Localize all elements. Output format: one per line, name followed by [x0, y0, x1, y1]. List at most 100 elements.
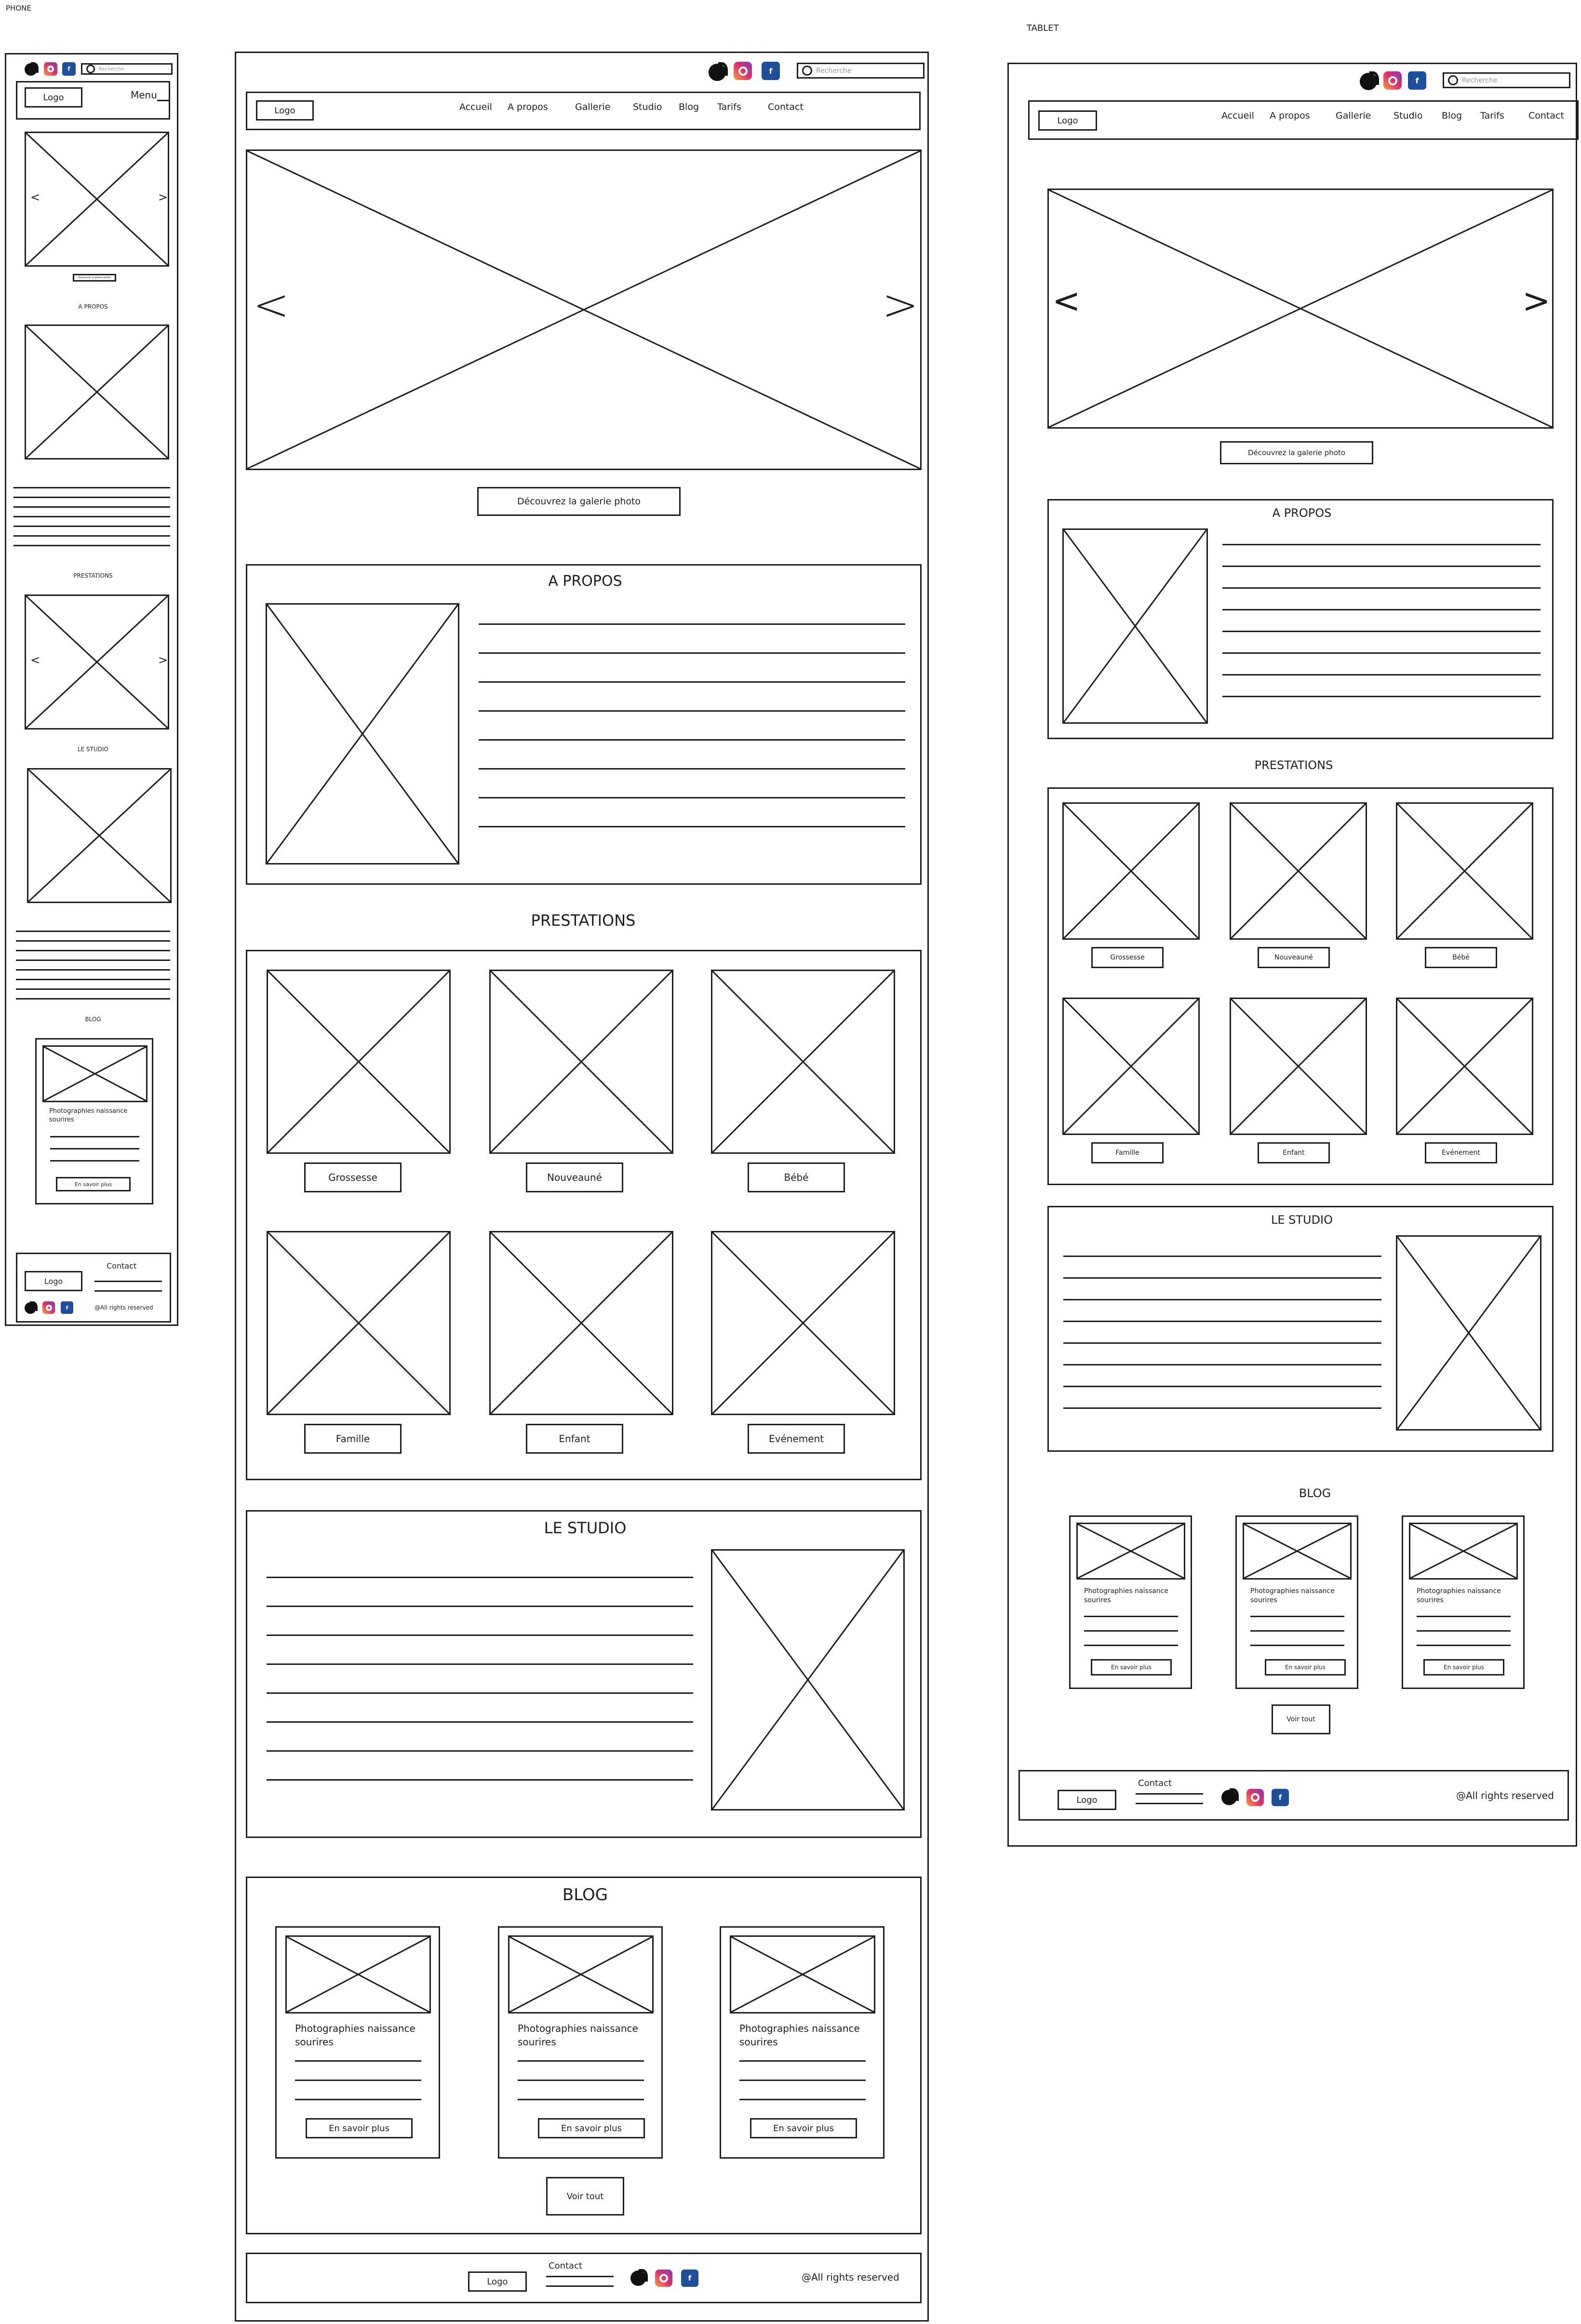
blog-card-button[interactable]: En savoir plus — [1091, 1659, 1172, 1675]
service-famille-button[interactable]: Famille — [1091, 1142, 1164, 1163]
chevron-left-icon[interactable]: < — [1052, 281, 1081, 321]
nav-accueil[interactable]: Accueil — [459, 102, 492, 112]
footer-contact[interactable]: Contact — [107, 1261, 136, 1270]
service-grossesse-button[interactable]: Grossesse — [1091, 947, 1164, 968]
facebook-icon[interactable]: f — [62, 62, 76, 76]
studio-section: LE STUDIO — [246, 1510, 922, 1838]
chevron-right-icon[interactable]: > — [158, 190, 168, 204]
service-bebe-button[interactable]: Bébé — [748, 1162, 845, 1192]
nav-studio[interactable]: Studio — [633, 102, 662, 112]
tiktok-icon[interactable] — [1221, 1788, 1239, 1805]
footer-contact[interactable]: Contact — [1138, 1778, 1172, 1788]
blog-card: Photographies naissance sourires En savo… — [498, 1926, 663, 2159]
service-enfant-button[interactable]: Enfant — [1258, 1142, 1330, 1163]
chevron-right-icon[interactable]: > — [882, 280, 918, 330]
blog-section: BLOG Photographies naissance sourires En… — [246, 1877, 922, 2234]
gallery-button[interactable]: Découvrez la galerie photo — [477, 487, 681, 516]
nav-a-propos[interactable]: A propos — [508, 102, 548, 112]
nav-blog[interactable]: Blog — [1442, 110, 1462, 121]
nav-gallerie[interactable]: Gallerie — [1336, 110, 1371, 121]
tiktok-icon[interactable] — [25, 62, 39, 76]
nav-a-propos[interactable]: A propos — [1270, 110, 1310, 121]
service-image — [1396, 802, 1533, 940]
see-all-button[interactable]: Voir tout — [546, 2177, 624, 2216]
footer-contact[interactable]: Contact — [549, 2261, 582, 2271]
service-bebe-button[interactable]: Bébé — [1425, 947, 1497, 968]
service-image — [1396, 998, 1533, 1135]
instagram-icon[interactable] — [44, 62, 57, 76]
text-line — [1084, 1616, 1178, 1617]
text-line — [295, 2060, 421, 2062]
text-line — [1063, 1321, 1381, 1322]
tiktok-icon[interactable] — [709, 62, 728, 81]
instagram-icon[interactable] — [1246, 1789, 1264, 1806]
service-image — [711, 970, 895, 1154]
blog-card-button[interactable]: En savoir plus — [306, 2118, 413, 2138]
nav-gallerie[interactable]: Gallerie — [575, 102, 610, 112]
blog-card: Photographies naissance sourires En savo… — [720, 1926, 884, 2159]
nav-studio[interactable]: Studio — [1393, 110, 1423, 121]
nav-contact[interactable]: Contact — [768, 102, 804, 112]
text-line — [267, 1779, 693, 1781]
footer-rights: @All rights reserved — [802, 2271, 899, 2283]
nav-accueil[interactable]: Accueil — [1221, 110, 1254, 121]
chevron-left-icon[interactable]: < — [30, 190, 40, 204]
chevron-left-icon[interactable]: < — [30, 653, 40, 667]
facebook-icon[interactable]: f — [61, 1301, 73, 1314]
blog-card-image — [1243, 1523, 1352, 1580]
text-line — [1063, 1342, 1381, 1344]
footer-logo[interactable]: Logo — [1058, 1790, 1116, 1810]
tiktok-icon[interactable] — [630, 2269, 648, 2286]
service-enfant-button[interactable]: Enfant — [526, 1424, 623, 1454]
instagram-icon[interactable] — [42, 1301, 55, 1314]
text-line — [1136, 1793, 1203, 1795]
tiktok-icon[interactable] — [1360, 71, 1380, 90]
nav-tarifs[interactable]: Tarifs — [1480, 110, 1504, 121]
search-input[interactable]: Recherche — [1443, 72, 1570, 88]
chevron-right-icon[interactable]: > — [158, 653, 168, 667]
text-line — [518, 2060, 644, 2062]
blog-card-button[interactable]: En savoir plus — [1265, 1659, 1346, 1675]
service-evenement-button[interactable]: Evénement — [1425, 1142, 1497, 1163]
facebook-icon[interactable]: f — [1272, 1789, 1289, 1806]
text-line — [16, 940, 170, 942]
footer-logo[interactable]: Logo — [468, 2271, 527, 2292]
instagram-icon[interactable] — [655, 2270, 672, 2287]
text-line — [1250, 1616, 1344, 1617]
search-input[interactable]: Recherche — [81, 63, 173, 75]
facebook-icon[interactable]: f — [681, 2270, 698, 2287]
logo[interactable]: Logo — [25, 87, 82, 108]
service-nouveaune-button[interactable]: Nouveauné — [526, 1162, 623, 1192]
blog-card-image — [508, 1935, 654, 2013]
tiktok-icon[interactable] — [25, 1301, 38, 1314]
blog-card-button[interactable]: En savoir plus — [750, 2118, 857, 2138]
instagram-icon[interactable] — [1383, 71, 1402, 90]
service-grossesse-button[interactable]: Grossesse — [304, 1162, 402, 1192]
instagram-icon[interactable] — [734, 62, 752, 80]
blog-card-button[interactable]: En savoir plus — [1423, 1659, 1504, 1675]
services-title: PRESTATIONS — [73, 572, 113, 579]
nav-blog[interactable]: Blog — [679, 102, 699, 112]
blog-card-button[interactable]: En savoir plus — [56, 1177, 131, 1191]
text-line — [1222, 609, 1541, 610]
blog-card: Photographies naissance sourires En savo… — [35, 1038, 153, 1204]
nav-contact[interactable]: Contact — [1528, 110, 1564, 121]
chevron-left-icon[interactable]: < — [253, 280, 289, 330]
search-input[interactable]: Recherche — [797, 63, 924, 79]
chevron-right-icon[interactable]: > — [1522, 281, 1551, 321]
service-evenement-button[interactable]: Evénement — [748, 1424, 845, 1454]
gallery-button[interactable]: Découvrez la galerie photo — [1220, 441, 1373, 464]
see-all-button[interactable]: Voir tout — [1272, 1704, 1330, 1734]
service-famille-button[interactable]: Famille — [304, 1424, 402, 1454]
menu-button[interactable]: Menu — [131, 89, 157, 101]
services-section: Grossesse Nouveauné Bébé Famille Enfant … — [246, 950, 922, 1480]
facebook-icon[interactable]: f — [762, 62, 780, 80]
footer-logo[interactable]: Logo — [25, 1271, 82, 1291]
logo[interactable]: Logo — [256, 100, 314, 121]
gallery-button[interactable]: Découvrez la galerie photo — [73, 274, 116, 282]
service-nouveaune-button[interactable]: Nouveauné — [1258, 947, 1330, 968]
nav-tarifs[interactable]: Tarifs — [717, 102, 741, 112]
logo[interactable]: Logo — [1038, 110, 1097, 131]
facebook-icon[interactable]: f — [1408, 71, 1426, 90]
blog-card-button[interactable]: En savoir plus — [538, 2118, 645, 2138]
